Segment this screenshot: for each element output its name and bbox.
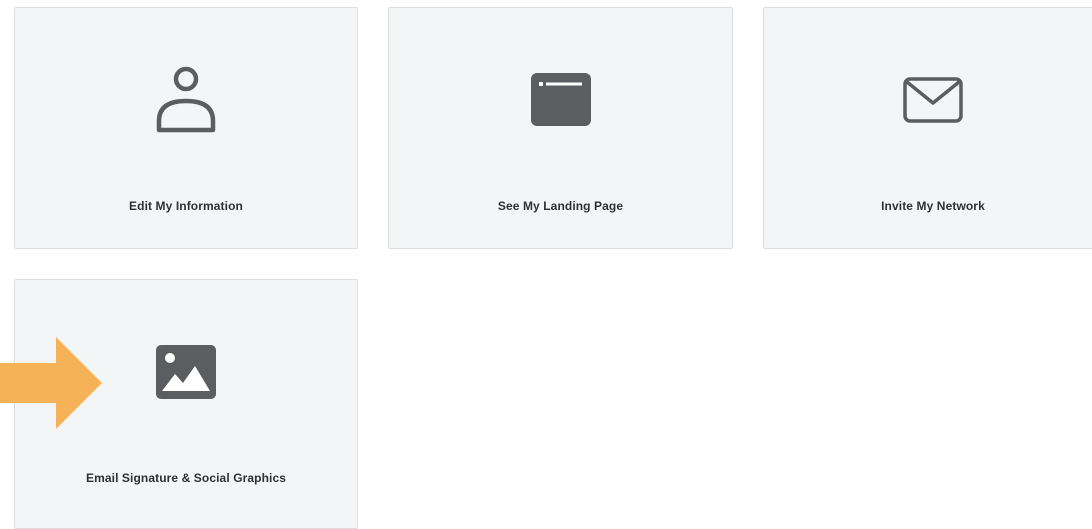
- card-label: Edit My Information: [129, 199, 243, 213]
- card-label: Invite My Network: [881, 199, 985, 213]
- browser-window-icon: [530, 73, 591, 126]
- image-icon: [156, 345, 216, 399]
- edit-my-information-card[interactable]: Edit My Information: [14, 7, 358, 249]
- envelope-icon: [903, 77, 963, 123]
- user-icon: [156, 66, 216, 133]
- arrow-right-icon: [0, 337, 102, 429]
- see-my-landing-page-card[interactable]: See My Landing Page: [388, 7, 733, 249]
- card-label: See My Landing Page: [497, 199, 624, 213]
- invite-my-network-card[interactable]: Invite My Network: [763, 7, 1092, 249]
- card-label: Email Signature & Social Graphics: [85, 471, 287, 485]
